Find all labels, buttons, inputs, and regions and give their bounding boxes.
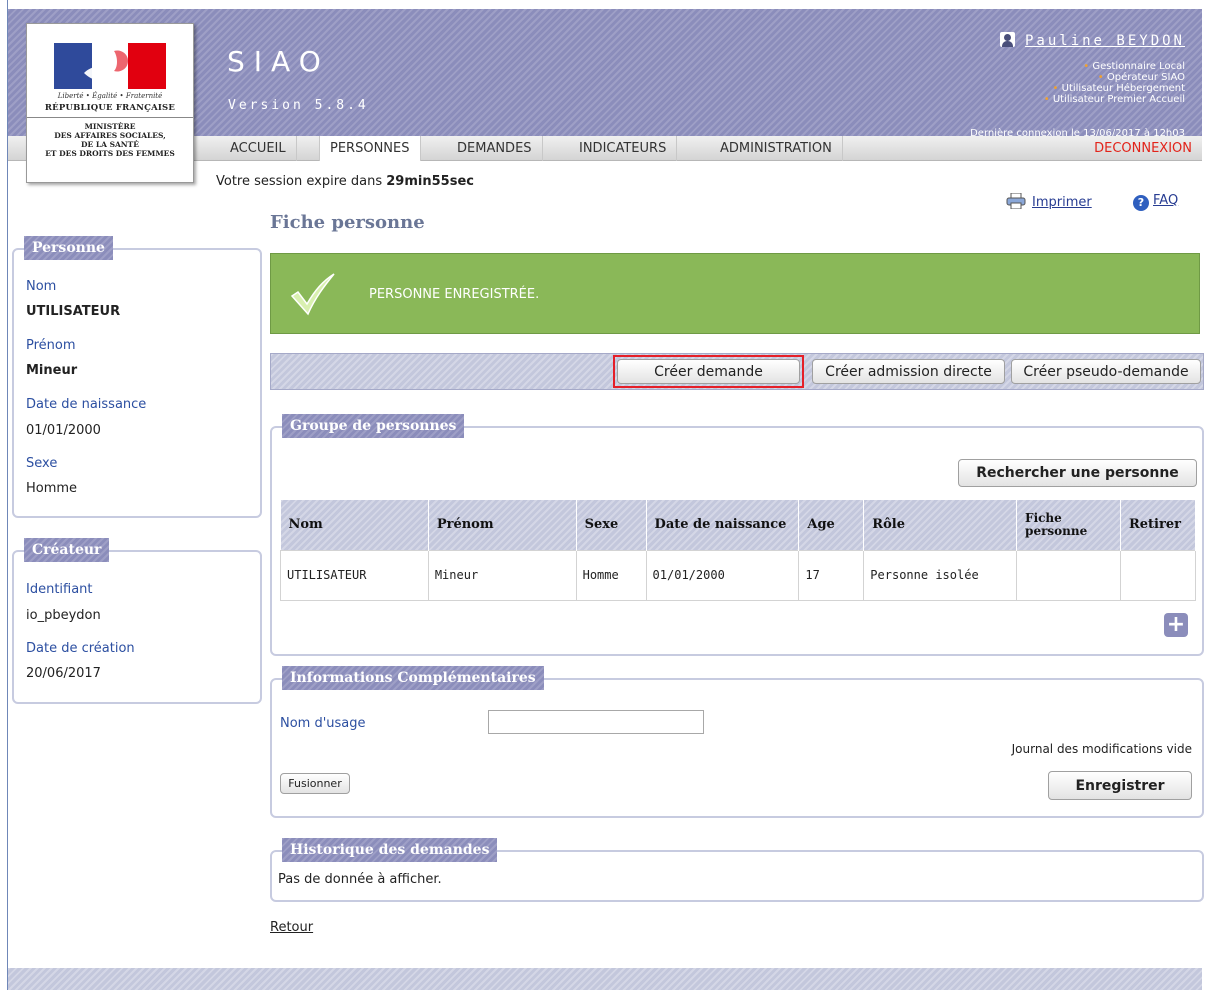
- role-item: Gestionnaire Local: [1000, 61, 1185, 72]
- cell-date-naissance: 01/01/2000: [645, 549, 800, 601]
- table-row[interactable]: UTILISATEUR Mineur Homme 01/01/2000 17 P…: [280, 549, 1197, 601]
- ministere-line: DES AFFAIRES SOCIALES,: [54, 131, 166, 140]
- groupe-legend: Groupe de personnes: [282, 414, 465, 438]
- nav-personnes[interactable]: PERSONNES: [319, 136, 421, 161]
- retour-link[interactable]: Retour: [270, 920, 313, 935]
- app-version: Version 5.8.4: [228, 98, 369, 113]
- check-icon: [290, 273, 335, 316]
- naissance-label: Date de naissance: [26, 397, 147, 412]
- sexe-value: Homme: [26, 481, 78, 496]
- ministere-line: ET DES DROITS DES FEMMES: [45, 149, 175, 158]
- logo-divider: [27, 117, 193, 118]
- nav-administration[interactable]: ADMINISTRATION: [710, 136, 843, 161]
- identifiant-value: io_pbeydon: [26, 608, 101, 623]
- prenom-label: Prénom: [26, 338, 76, 353]
- historique-panel: Historique des demandes Pas de donnée à …: [270, 838, 1204, 902]
- creation-value: 20/06/2017: [26, 666, 101, 681]
- groupe-table: Nom Prénom Sexe Date de naissance Age Rô…: [280, 500, 1197, 601]
- session-prefix: Votre session expire dans: [216, 174, 387, 189]
- app-title: SIAO: [227, 45, 330, 78]
- add-person-button[interactable]: +: [1164, 613, 1188, 637]
- user-block: Pauline BEYDON Gestionnaire Local Opérat…: [999, 32, 1185, 105]
- logo-motto: Liberté • Égalité • Fraternité: [57, 92, 163, 100]
- faq-label: FAQ: [1153, 193, 1179, 208]
- user-name-link[interactable]: Pauline BEYDON: [1025, 33, 1185, 49]
- role-item: Utilisateur Hébergement: [1000, 83, 1185, 94]
- col-retirer: Retirer: [1120, 500, 1197, 550]
- cell-retirer[interactable]: [1119, 549, 1197, 601]
- republique-francaise-logo: Liberté • Égalité • Fraternité RÉPUBLIQU…: [26, 23, 194, 183]
- cell-nom: UTILISATEUR: [280, 549, 429, 601]
- createur-legend: Créateur: [24, 538, 110, 562]
- col-nom[interactable]: Nom: [280, 500, 429, 550]
- table-header: Nom Prénom Sexe Date de naissance Age Rô…: [280, 500, 1197, 550]
- nom-label: Nom: [26, 279, 57, 294]
- print-label: Imprimer: [1032, 195, 1092, 210]
- cell-role: Personne isolée: [863, 549, 1018, 601]
- col-fiche-personne: Fiche personne: [1016, 500, 1121, 550]
- creer-admission-directe-button[interactable]: Créer admission directe: [812, 359, 1005, 384]
- col-role[interactable]: Rôle: [863, 500, 1018, 550]
- session-timer: Votre session expire dans 29min55sec: [216, 174, 474, 189]
- col-sexe[interactable]: Sexe: [576, 500, 647, 550]
- infos-legend: Informations Complémentaires: [282, 666, 544, 690]
- creation-label: Date de création: [26, 641, 135, 656]
- printer-icon: [1006, 193, 1026, 209]
- col-prenom[interactable]: Prénom: [428, 500, 577, 550]
- fusionner-button[interactable]: Fusionner: [280, 773, 350, 794]
- role-item: Utilisateur Premier Accueil: [1000, 94, 1185, 105]
- creer-demande-button[interactable]: Créer demande: [617, 359, 800, 384]
- createur-panel: Créateur Identifiant io_pbeydon Date de …: [12, 538, 262, 704]
- cell-age: 17: [798, 549, 865, 601]
- journal-status: Journal des modifications vide: [1011, 742, 1192, 756]
- naissance-value: 01/01/2000: [26, 423, 101, 438]
- cell-prenom: Mineur: [427, 549, 577, 601]
- logo-ministere: MINISTÈRE DES AFFAIRES SOCIALES, DE LA S…: [27, 122, 193, 158]
- role-item: Opérateur SIAO: [1000, 72, 1185, 83]
- user-roles: Gestionnaire Local Opérateur SIAO Utilis…: [1000, 61, 1185, 105]
- nom-value: UTILISATEUR: [26, 304, 121, 319]
- success-message: PERSONNE ENREGISTRÉE.: [369, 287, 540, 302]
- personne-legend: Personne: [24, 236, 113, 260]
- creer-pseudo-demande-button[interactable]: Créer pseudo-demande: [1011, 359, 1201, 384]
- ministere-line: DE LA SANTÉ: [81, 140, 139, 149]
- help-icon: ?: [1133, 195, 1149, 211]
- logo-republique: RÉPUBLIQUE FRANÇAISE: [44, 103, 176, 113]
- col-age[interactable]: Age: [798, 500, 865, 550]
- faq-link[interactable]: ? FAQ: [1133, 193, 1178, 211]
- user-icon: [999, 32, 1015, 47]
- marianne-flag-icon: [54, 43, 166, 89]
- nav-demandes[interactable]: DEMANDES: [447, 136, 543, 161]
- prenom-value: Mineur: [26, 363, 78, 378]
- sexe-label: Sexe: [26, 456, 58, 471]
- personne-panel: Personne Nom UTILISATEUR Prénom Mineur D…: [12, 236, 262, 518]
- footer-bar: [8, 968, 1202, 990]
- enregistrer-button[interactable]: Enregistrer: [1048, 771, 1192, 800]
- col-date-naissance[interactable]: Date de naissance: [646, 500, 800, 550]
- nom-usage-input[interactable]: [488, 710, 704, 734]
- nav-accueil[interactable]: ACCUEIL: [220, 136, 297, 161]
- historique-legend: Historique des demandes: [282, 838, 498, 862]
- cell-fiche-personne[interactable]: [1016, 549, 1121, 601]
- cell-sexe: Homme: [575, 549, 647, 601]
- nav-indicateurs[interactable]: INDICATEURS: [569, 136, 678, 161]
- print-link[interactable]: Imprimer: [1006, 193, 1092, 210]
- ministere-line: MINISTÈRE: [84, 122, 136, 131]
- identifiant-label: Identifiant: [26, 582, 93, 597]
- nom-usage-label: Nom d'usage: [280, 716, 366, 731]
- session-remaining: 29min55sec: [386, 174, 474, 189]
- logout-link[interactable]: DECONNEXION: [1094, 136, 1192, 161]
- rechercher-personne-button[interactable]: Rechercher une personne: [958, 459, 1197, 487]
- success-banner: PERSONNE ENREGISTRÉE.: [270, 253, 1200, 334]
- historique-empty: Pas de donnée à afficher.: [278, 872, 442, 887]
- page-title: Fiche personne: [270, 212, 425, 233]
